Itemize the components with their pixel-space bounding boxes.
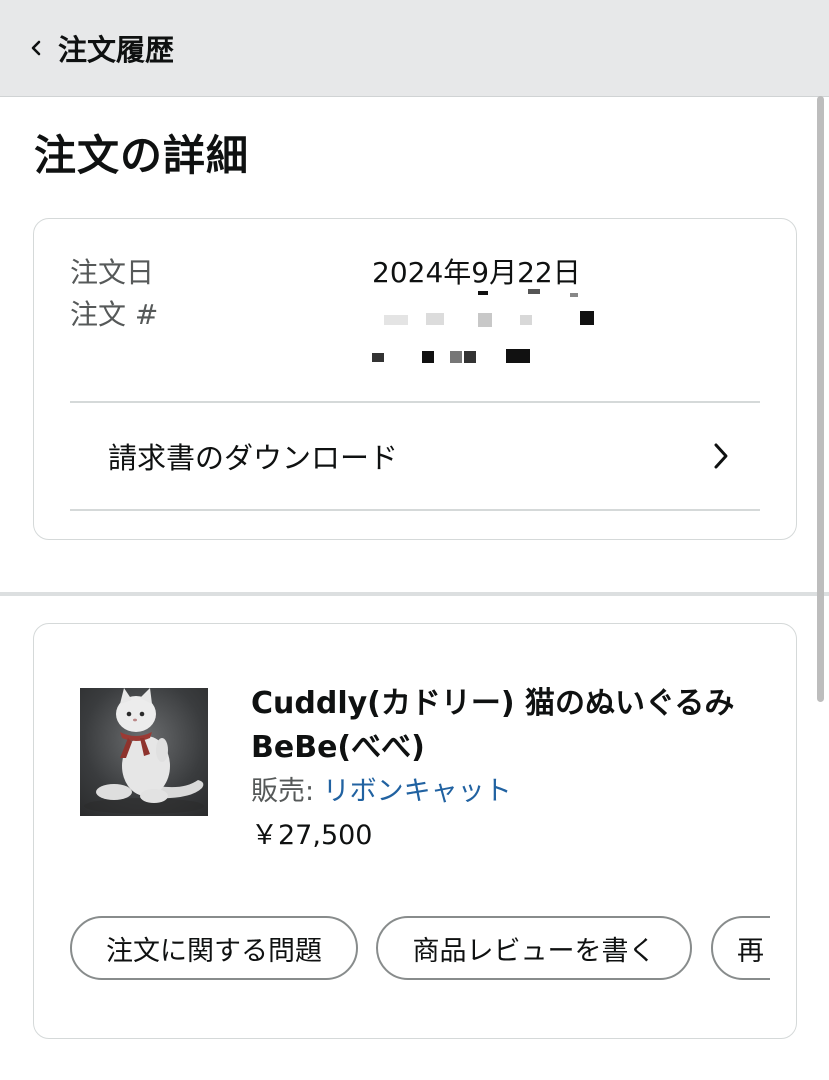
chevron-left-icon xyxy=(31,40,41,56)
invoice-download-row[interactable]: 請求書のダウンロード xyxy=(70,403,760,509)
order-date-label: 注文日 xyxy=(70,256,155,289)
order-problem-button[interactable]: 注文に関する問題 xyxy=(70,916,358,980)
order-number-label: 注文 # xyxy=(70,298,159,331)
top-nav-bar: 注文履歴 xyxy=(0,0,829,97)
cat-plush-illustration xyxy=(84,688,204,814)
product-title-link[interactable]: Cuddly(カドリー) 猫のぬいぐるみ BeBe(べべ) xyxy=(251,682,771,770)
write-review-button[interactable]: 商品レビューを書く xyxy=(376,916,692,980)
product-price: ￥27,500 xyxy=(251,820,373,851)
page-title: 注文の詳細 xyxy=(34,131,250,180)
order-actions: 注文に関する問題 商品レビューを書く 再 xyxy=(70,916,770,986)
seller-prefix: 販売: xyxy=(251,776,323,807)
section-separator xyxy=(0,592,829,596)
buy-again-button[interactable]: 再 xyxy=(711,916,770,980)
back-link-label: 注文履歴 xyxy=(58,33,175,67)
redacted-order-number xyxy=(372,289,594,363)
back-to-order-history-link[interactable]: 注文履歴 xyxy=(28,27,174,69)
seller-line: 販売: リボンキャット xyxy=(251,769,512,808)
seller-link[interactable]: リボンキャット xyxy=(323,776,512,807)
scrollbar[interactable] xyxy=(817,96,824,702)
order-summary-card: 注文日 2024年9月22日 注文 # 請求書のダウンロード xyxy=(33,218,797,540)
product-card: Cuddly(カドリー) 猫のぬいぐるみ BeBe(べべ) 販売: リボンキャッ… xyxy=(33,623,797,1039)
invoice-download-label: 請求書のダウンロード xyxy=(108,441,399,475)
divider xyxy=(70,509,760,511)
product-image[interactable] xyxy=(80,688,208,816)
chevron-right-icon xyxy=(714,443,728,469)
